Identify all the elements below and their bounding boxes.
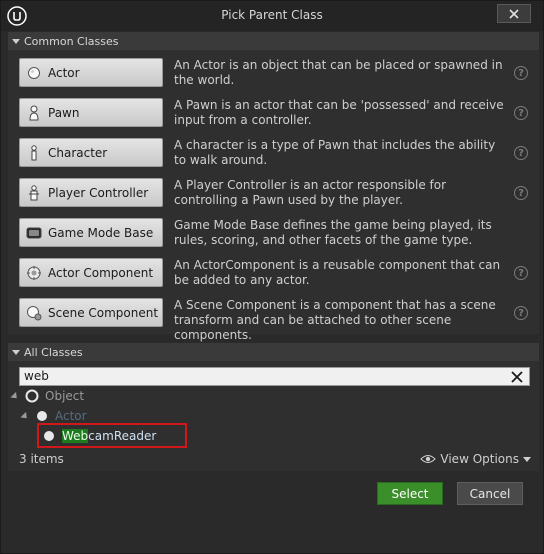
items-count: 3 items: [19, 452, 64, 466]
class-button-label: Player Controller: [48, 185, 149, 200]
class-search-input[interactable]: web: [19, 367, 530, 386]
cancel-button[interactable]: Cancel: [457, 482, 523, 505]
class-description: An ActorComponent is a reusable componen…: [174, 258, 501, 287]
search-value: web: [24, 369, 49, 383]
common-class-row: Actor Component An ActorComponent is a r…: [8, 252, 539, 292]
section-title: Common Classes: [24, 34, 119, 48]
tree-item-label: Object: [45, 389, 85, 403]
pick-parent-class-dialog: Pick Parent Class Common Classes Actor A…: [0, 0, 544, 554]
common-classes-header[interactable]: Common Classes: [8, 32, 539, 50]
window-title: Pick Parent Class: [221, 8, 323, 22]
class-description: A character is a type of Pawn that inclu…: [174, 138, 496, 167]
tree-expand-arrow-icon[interactable]: [20, 411, 30, 421]
actor-component-icon: [26, 265, 42, 281]
actor-class-button[interactable]: Actor: [19, 58, 163, 87]
class-button-label: Game Mode Base: [48, 225, 154, 240]
tree-item-actor[interactable]: Actor: [20, 409, 87, 423]
eye-icon: [420, 455, 437, 463]
class-button-label: Pawn: [48, 105, 80, 120]
tree-expand-arrow-icon[interactable]: [10, 391, 20, 401]
common-class-row: Actor An Actor is an object that can be …: [8, 52, 539, 92]
section-title: All Classes: [24, 345, 83, 359]
class-description: An Actor is an object that can be placed…: [174, 58, 503, 87]
pawn-icon: [26, 105, 42, 121]
class-button-label: Actor: [48, 65, 80, 80]
class-description: A Scene Component is a component that ha…: [174, 298, 496, 342]
select-button[interactable]: Select: [377, 482, 443, 505]
help-icon[interactable]: ?: [514, 186, 528, 200]
character-icon: [26, 144, 42, 161]
class-button-label: Actor Component: [48, 265, 154, 280]
actor-icon: [37, 411, 47, 421]
tree-item-object[interactable]: Object: [10, 389, 85, 403]
common-class-row: Game Mode Base Game Mode Base defines th…: [8, 212, 539, 252]
all-classes-panel: web Object Actor WebcamReader 3 items Vi…: [8, 361, 539, 471]
selection-highlight-box: [37, 423, 187, 448]
view-options-button[interactable]: View Options: [420, 452, 531, 466]
collapse-arrow-icon: [12, 38, 20, 44]
close-button[interactable]: [497, 4, 531, 23]
tree-item-label: Actor: [55, 409, 87, 423]
game-mode-icon: [26, 225, 42, 241]
class-description: Game Mode Base defines the game being pl…: [174, 218, 492, 247]
scene-component-icon: [26, 305, 42, 321]
class-button-label: Character: [48, 145, 108, 160]
class-button-label: Scene Component: [48, 305, 159, 320]
collapse-arrow-icon: [12, 349, 20, 355]
help-icon[interactable]: ?: [514, 66, 528, 80]
common-classes-panel: Actor An Actor is an object that can be …: [8, 50, 539, 342]
common-class-row: Scene Component A Scene Component is a c…: [8, 292, 539, 342]
clear-search-icon[interactable]: [509, 369, 525, 385]
help-icon[interactable]: ?: [514, 266, 528, 280]
actor-component-class-button[interactable]: Actor Component: [19, 258, 163, 287]
common-class-row: Pawn A Pawn is an actor that can be 'pos…: [8, 92, 539, 132]
game-mode-base-class-button[interactable]: Game Mode Base: [19, 218, 163, 247]
player-controller-class-button[interactable]: Player Controller: [19, 178, 163, 207]
chevron-down-icon: [523, 456, 531, 462]
player-controller-icon: [26, 184, 42, 201]
help-icon[interactable]: ?: [514, 106, 528, 120]
character-class-button[interactable]: Character: [19, 138, 163, 167]
help-icon[interactable]: ?: [514, 146, 528, 160]
class-description: A Pawn is an actor that can be 'possesse…: [174, 98, 504, 127]
close-icon: [509, 8, 519, 19]
view-options-label: View Options: [440, 452, 519, 466]
actor-icon: [26, 65, 42, 81]
class-description: A Player Controller is an actor responsi…: [174, 178, 447, 207]
help-icon[interactable]: ?: [514, 306, 528, 320]
all-classes-header[interactable]: All Classes: [8, 343, 539, 361]
pawn-class-button[interactable]: Pawn: [19, 98, 163, 127]
title-bar: Pick Parent Class: [1, 1, 543, 31]
common-class-row: Character A character is a type of Pawn …: [8, 132, 539, 172]
common-class-row: Player Controller A Player Controller is…: [8, 172, 539, 212]
object-icon: [25, 389, 39, 403]
scene-component-class-button[interactable]: Scene Component: [19, 298, 163, 327]
